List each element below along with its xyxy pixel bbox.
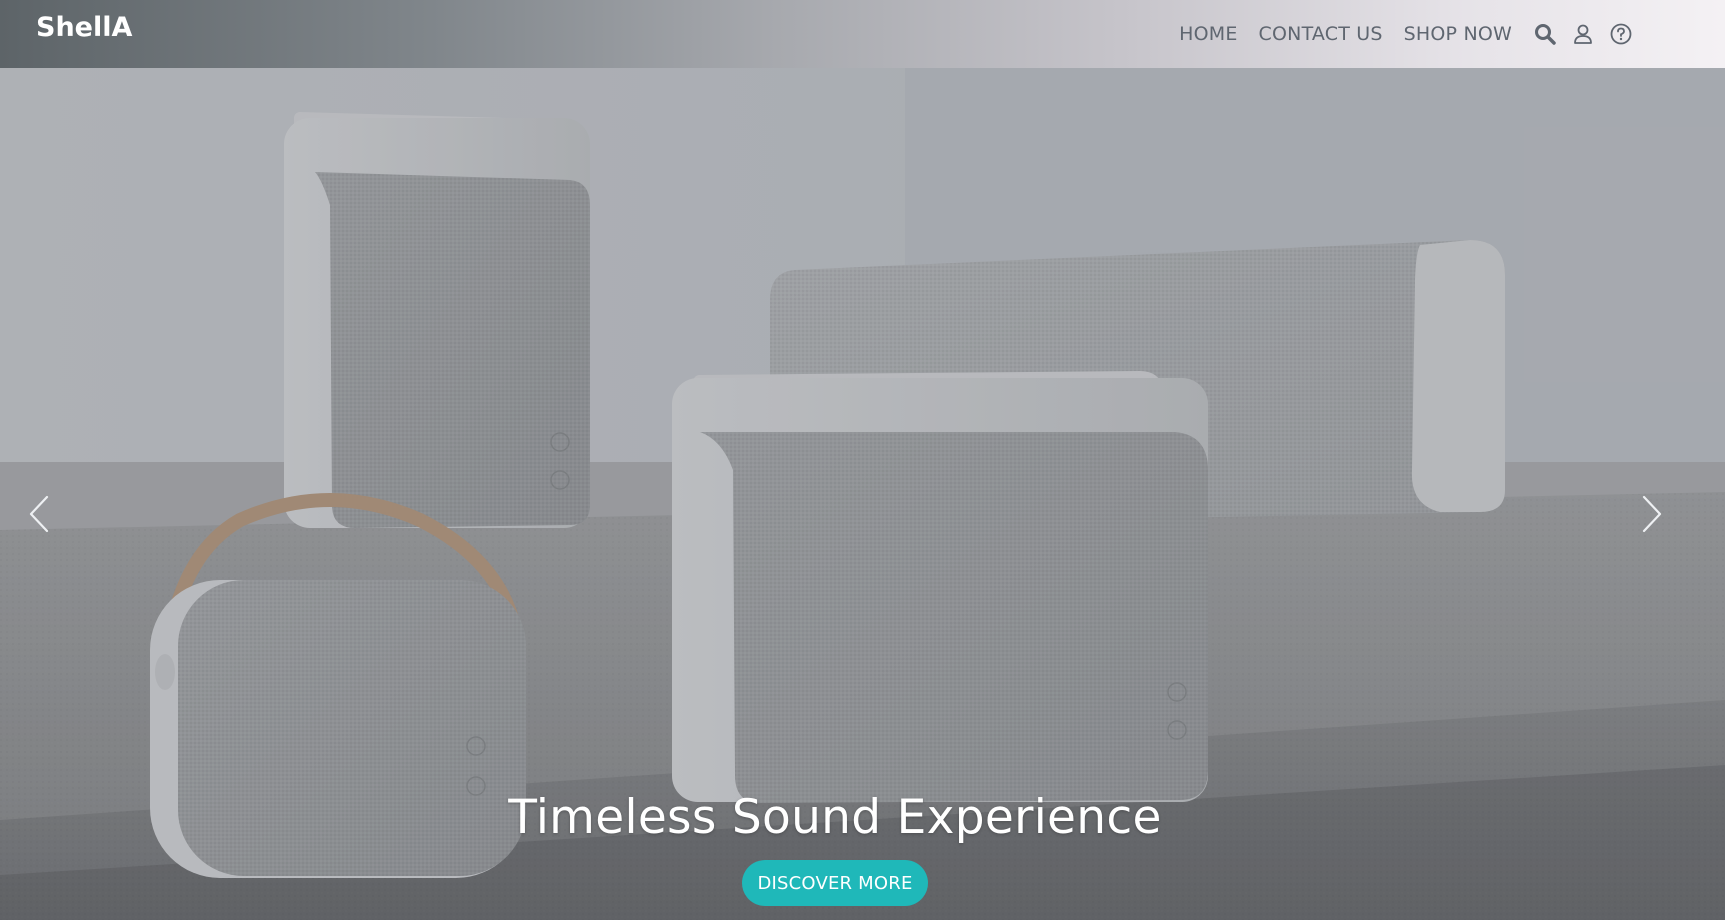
main-nav: HOME CONTACT US SHOP NOW: [1179, 0, 1725, 68]
hero-carousel: [0, 0, 1725, 920]
nav-home-link[interactable]: HOME: [1179, 23, 1237, 45]
chevron-right-icon: [1642, 495, 1662, 533]
carousel-next-button[interactable]: [1635, 494, 1669, 534]
user-icon[interactable]: [1571, 22, 1595, 46]
page: ShellA HOME CONTACT US SHOP NOW Timeless…: [0, 0, 1725, 920]
search-icon[interactable]: [1533, 22, 1557, 46]
site-header: ShellA HOME CONTACT US SHOP NOW: [0, 0, 1725, 68]
help-icon[interactable]: [1609, 22, 1633, 46]
hero-image: [0, 0, 1725, 920]
nav-contact-us-link[interactable]: CONTACT US: [1259, 23, 1383, 45]
hero-title: Timeless Sound Experience: [508, 790, 1162, 845]
hero-caption: Timeless Sound Experience: [0, 790, 1670, 845]
carousel-prev-button[interactable]: [22, 494, 56, 534]
chevron-left-icon: [29, 495, 49, 533]
discover-more-button[interactable]: DISCOVER MORE: [742, 860, 928, 906]
nav-shop-now-link[interactable]: SHOP NOW: [1404, 23, 1512, 45]
brand-logo[interactable]: ShellA: [36, 12, 132, 43]
